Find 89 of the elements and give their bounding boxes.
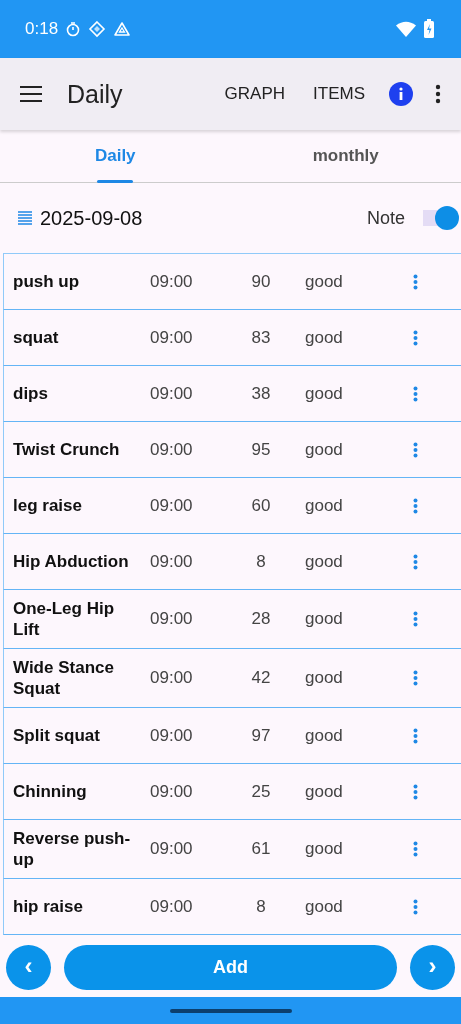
exercise-rating: good <box>305 609 344 629</box>
tab[interactable]: monthly <box>230 130 461 182</box>
row-menu-icon[interactable] <box>413 329 418 346</box>
exercise-count: 8 <box>255 551 267 572</box>
exercise-rating: good <box>305 896 344 917</box>
exercise-time: 09:00 <box>150 551 194 572</box>
exercise-name: Wide Stance Squat <box>13 657 115 699</box>
exercise-name: Chinning <box>13 781 88 802</box>
exercise-row[interactable]: push up 09:00 90 good <box>3 254 461 310</box>
exercise-name: push up <box>13 271 81 292</box>
exercise-rating: good <box>305 781 344 802</box>
list-icon <box>18 210 32 226</box>
exercise-time: 09:00 <box>150 839 194 859</box>
row-menu-icon[interactable] <box>413 553 418 570</box>
exercise-row[interactable]: Hip Abduction 09:00 8 good <box>3 534 461 590</box>
exercise-time: 09:00 <box>150 609 194 629</box>
exercise-row[interactable]: Reverse push-up 09:00 61 good <box>3 820 461 879</box>
exercise-time: 09:00 <box>150 725 194 746</box>
status-time: 0:18 <box>25 19 59 39</box>
date-label: 2025-09-08 <box>40 206 143 230</box>
exercise-time: 09:00 <box>150 439 194 460</box>
exercise-count: 28 <box>250 609 272 629</box>
exercise-count: 83 <box>250 327 272 348</box>
exercise-row[interactable]: squat 09:00 83 good <box>3 310 461 366</box>
action-button[interactable]: GRAPH <box>210 84 300 104</box>
exercise-count: 25 <box>250 781 272 802</box>
wifi-icon <box>396 21 416 37</box>
exercise-count: 60 <box>250 495 272 516</box>
exercise-row[interactable]: dips 09:00 38 good <box>3 366 461 422</box>
info-icon[interactable] <box>389 82 413 106</box>
exercise-row[interactable]: hip raise 09:00 8 good <box>3 879 461 935</box>
row-menu-icon[interactable] <box>413 497 418 514</box>
exercise-name: Hip Abduction <box>13 551 130 572</box>
exercise-count: 90 <box>250 271 272 292</box>
exercise-time: 09:00 <box>150 781 194 802</box>
diamond-icon <box>88 20 107 38</box>
row-menu-icon[interactable] <box>413 898 418 915</box>
exercise-time: 09:00 <box>150 495 194 516</box>
exercise-time: 09:00 <box>150 896 194 917</box>
exercise-row[interactable]: leg raise 09:00 60 good <box>3 478 461 534</box>
exercise-name: dips <box>13 383 49 404</box>
exercise-name: Reverse push-up <box>13 828 132 870</box>
overflow-menu-icon[interactable] <box>435 84 441 104</box>
battery-icon <box>423 19 435 39</box>
exercise-name: leg raise <box>13 495 83 516</box>
exercise-rating: good <box>305 725 344 746</box>
exercise-rating: good <box>305 668 344 688</box>
exercise-time: 09:00 <box>150 327 194 348</box>
exercise-name: Twist Crunch <box>13 439 121 460</box>
note-label: Note <box>366 207 405 229</box>
exercise-rating: good <box>305 495 344 516</box>
row-menu-icon[interactable] <box>413 783 418 800</box>
exercise-row[interactable]: Twist Crunch 09:00 95 good <box>3 422 461 478</box>
exercise-rating: good <box>305 551 344 572</box>
menu-icon[interactable] <box>20 86 42 102</box>
row-menu-icon[interactable] <box>413 670 418 686</box>
row-menu-icon[interactable] <box>413 273 418 290</box>
exercise-row[interactable]: Wide Stance Squat 09:00 42 good <box>3 649 461 708</box>
row-menu-icon[interactable] <box>413 385 418 402</box>
exercise-name: One-Leg Hip Lift <box>13 598 116 640</box>
screen-title: Daily <box>67 79 123 109</box>
exercise-count: 61 <box>250 839 272 859</box>
exercise-count: 38 <box>250 383 272 404</box>
exercise-time: 09:00 <box>150 668 194 688</box>
row-menu-icon[interactable] <box>413 841 418 857</box>
exercise-row[interactable]: One-Leg Hip Lift 09:00 28 good <box>3 590 461 649</box>
exercise-time: 09:00 <box>150 383 194 404</box>
exercise-name: hip raise <box>13 896 84 917</box>
exercise-rating: good <box>305 839 344 859</box>
row-menu-icon[interactable] <box>413 611 418 627</box>
exercise-time: 09:00 <box>150 271 194 292</box>
triangle-icon <box>113 21 132 37</box>
home-handle[interactable] <box>169 1008 292 1013</box>
timer-icon <box>65 21 82 37</box>
exercise-count: 97 <box>250 725 272 746</box>
exercise-count: 95 <box>250 439 272 460</box>
exercise-rating: good <box>305 383 344 404</box>
exercise-rating: good <box>305 327 344 348</box>
exercise-name: squat <box>13 327 60 348</box>
exercise-count: 8 <box>255 896 267 917</box>
exercise-count: 42 <box>250 668 272 688</box>
exercise-row[interactable]: Split squat 09:00 97 good <box>3 708 461 764</box>
exercise-rating: good <box>305 271 344 292</box>
exercise-rating: good <box>305 439 344 460</box>
row-menu-icon[interactable] <box>413 727 418 744</box>
exercise-row[interactable]: Chinning 09:00 25 good <box>3 764 461 820</box>
action-button[interactable]: ITEMS <box>299 84 379 104</box>
exercise-name: Split squat <box>13 725 101 746</box>
row-menu-icon[interactable] <box>413 441 418 458</box>
